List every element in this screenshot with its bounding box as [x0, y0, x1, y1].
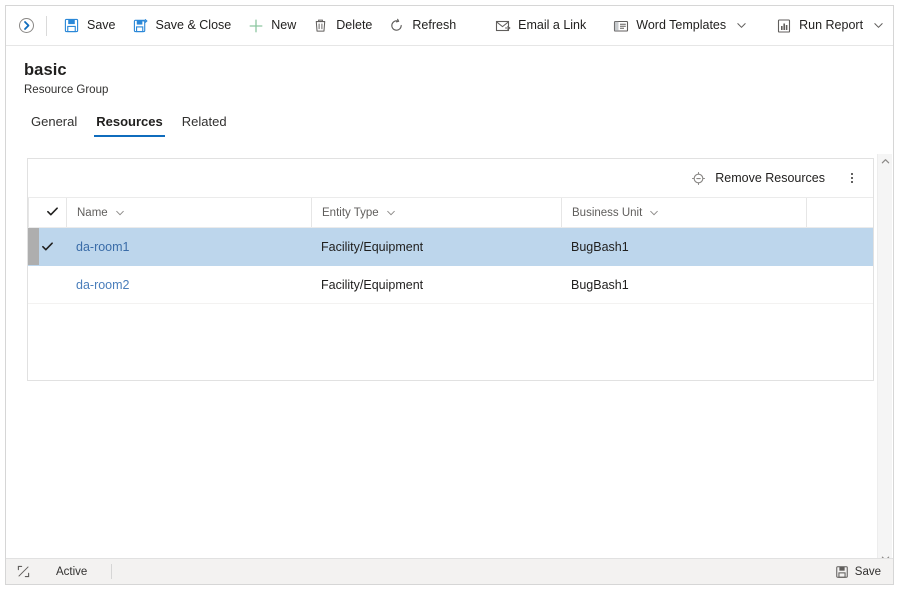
save-floppy-icon: [63, 17, 80, 34]
cell-entity-type-text: Facility/Equipment: [321, 277, 424, 292]
delete-button[interactable]: Delete: [304, 11, 380, 41]
column-header-entity-type-label: Entity Type: [322, 206, 379, 219]
refresh-button-label: Refresh: [412, 18, 457, 32]
column-header-spacer: [806, 197, 873, 228]
tab-related-label: Related: [181, 114, 227, 129]
save-and-close-icon: [132, 17, 149, 34]
cell-business-unit: BugBash1: [561, 227, 806, 266]
plus-icon: [247, 17, 264, 34]
chevron-down-icon: [873, 20, 884, 31]
footer-save-button[interactable]: Save: [835, 565, 881, 579]
word-template-icon: [612, 17, 629, 34]
row-select-cell[interactable]: [28, 265, 66, 304]
cell-name-link[interactable]: da-room1: [76, 240, 130, 254]
command-bar: Save Save & Close New Delete Refresh Ema…: [6, 6, 893, 46]
more-vertical-icon[interactable]: [839, 165, 865, 191]
save-button-label: Save: [87, 18, 116, 32]
email-link-icon: [494, 17, 511, 34]
save-floppy-icon: [835, 565, 849, 579]
remove-resources-label: Remove Resources: [715, 171, 825, 185]
record-entity-subtitle: Resource Group: [24, 84, 109, 96]
form-vertical-scrollbar[interactable]: [877, 154, 892, 566]
status-bar: Active Save: [6, 558, 893, 584]
tab-related[interactable]: Related: [175, 114, 234, 137]
remove-resources-button[interactable]: Remove Resources: [682, 164, 833, 192]
page-title: basic: [24, 61, 67, 79]
run-report-button-label: Run Report: [799, 18, 864, 32]
cell-name[interactable]: da-room2: [66, 265, 311, 304]
row-checkmark-icon: [28, 228, 66, 265]
chevron-down-icon: [649, 208, 659, 218]
cell-spacer: [806, 265, 873, 304]
footer-save-label: Save: [854, 565, 881, 578]
cell-business-unit-text: BugBash1: [571, 277, 629, 292]
cell-entity-type: Facility/Equipment: [311, 227, 561, 266]
table-header-row: Name Entity Type Business Unit: [28, 197, 873, 228]
row-select-cell[interactable]: [28, 227, 66, 266]
column-header-business-unit-label: Business Unit: [572, 206, 643, 219]
record-window: Save Save & Close New Delete Refresh Ema…: [5, 5, 894, 585]
cell-entity-type: Facility/Equipment: [311, 265, 561, 304]
cell-spacer: [806, 227, 873, 266]
run-report-button[interactable]: Run Report: [767, 11, 892, 41]
tab-resources-label: Resources: [96, 114, 163, 129]
table-row[interactable]: da-room1 Facility/Equipment BugBash1: [28, 227, 873, 266]
chevron-down-icon: [115, 208, 125, 218]
delete-button-label: Delete: [336, 18, 373, 32]
cell-business-unit: BugBash1: [561, 265, 806, 304]
remove-link-icon: [690, 170, 707, 187]
email-a-link-button-label: Email a Link: [518, 18, 587, 32]
chevron-down-icon: [386, 208, 396, 218]
status-badge: Active: [56, 565, 88, 578]
grid-command-bar: Remove Resources: [28, 159, 873, 197]
expand-circle-chevron-icon[interactable]: [12, 12, 40, 40]
column-header-business-unit[interactable]: Business Unit: [561, 197, 806, 228]
new-button[interactable]: New: [239, 11, 304, 41]
resources-table: Name Entity Type Business Unit da-room1 …: [28, 197, 873, 304]
cell-entity-type-text: Facility/Equipment: [321, 239, 424, 254]
checkmark-icon: [46, 205, 59, 221]
word-templates-button-label: Word Templates: [636, 18, 727, 32]
trash-icon: [312, 17, 329, 34]
cell-business-unit-text: BugBash1: [571, 239, 629, 254]
save-button[interactable]: Save: [55, 11, 124, 41]
column-header-name-label: Name: [77, 206, 108, 219]
resize-expand-icon[interactable]: [10, 559, 36, 585]
status-bar-divider: [111, 564, 113, 579]
save-and-close-button-label: Save & Close: [155, 18, 232, 32]
tab-list: General Resources Related: [6, 109, 893, 137]
column-header-entity-type[interactable]: Entity Type: [311, 197, 561, 228]
scroll-up-arrow-icon[interactable]: [878, 154, 893, 169]
tab-general-label: General: [31, 114, 78, 129]
save-and-close-button[interactable]: Save & Close: [124, 11, 240, 41]
refresh-button[interactable]: Refresh: [380, 11, 464, 41]
word-templates-button[interactable]: Word Templates: [604, 11, 755, 41]
chevron-down-icon: [736, 20, 747, 31]
cell-name[interactable]: da-room1: [66, 227, 311, 266]
tab-general[interactable]: General: [24, 114, 84, 137]
table-row[interactable]: da-room2 Facility/Equipment BugBash1: [28, 265, 873, 304]
column-header-name[interactable]: Name: [66, 197, 311, 228]
command-bar-divider: [46, 15, 47, 36]
new-button-label: New: [271, 18, 297, 32]
record-header: basic Resource Group: [6, 46, 893, 97]
tab-resources[interactable]: Resources: [89, 114, 169, 137]
resources-grid-card: Remove Resources Name Entity Type Busine…: [27, 158, 874, 381]
report-chart-icon: [775, 17, 792, 34]
refresh-icon: [388, 17, 405, 34]
email-a-link-button[interactable]: Email a Link: [486, 11, 594, 41]
select-all-header[interactable]: [28, 197, 66, 228]
cell-name-link[interactable]: da-room2: [76, 278, 130, 292]
